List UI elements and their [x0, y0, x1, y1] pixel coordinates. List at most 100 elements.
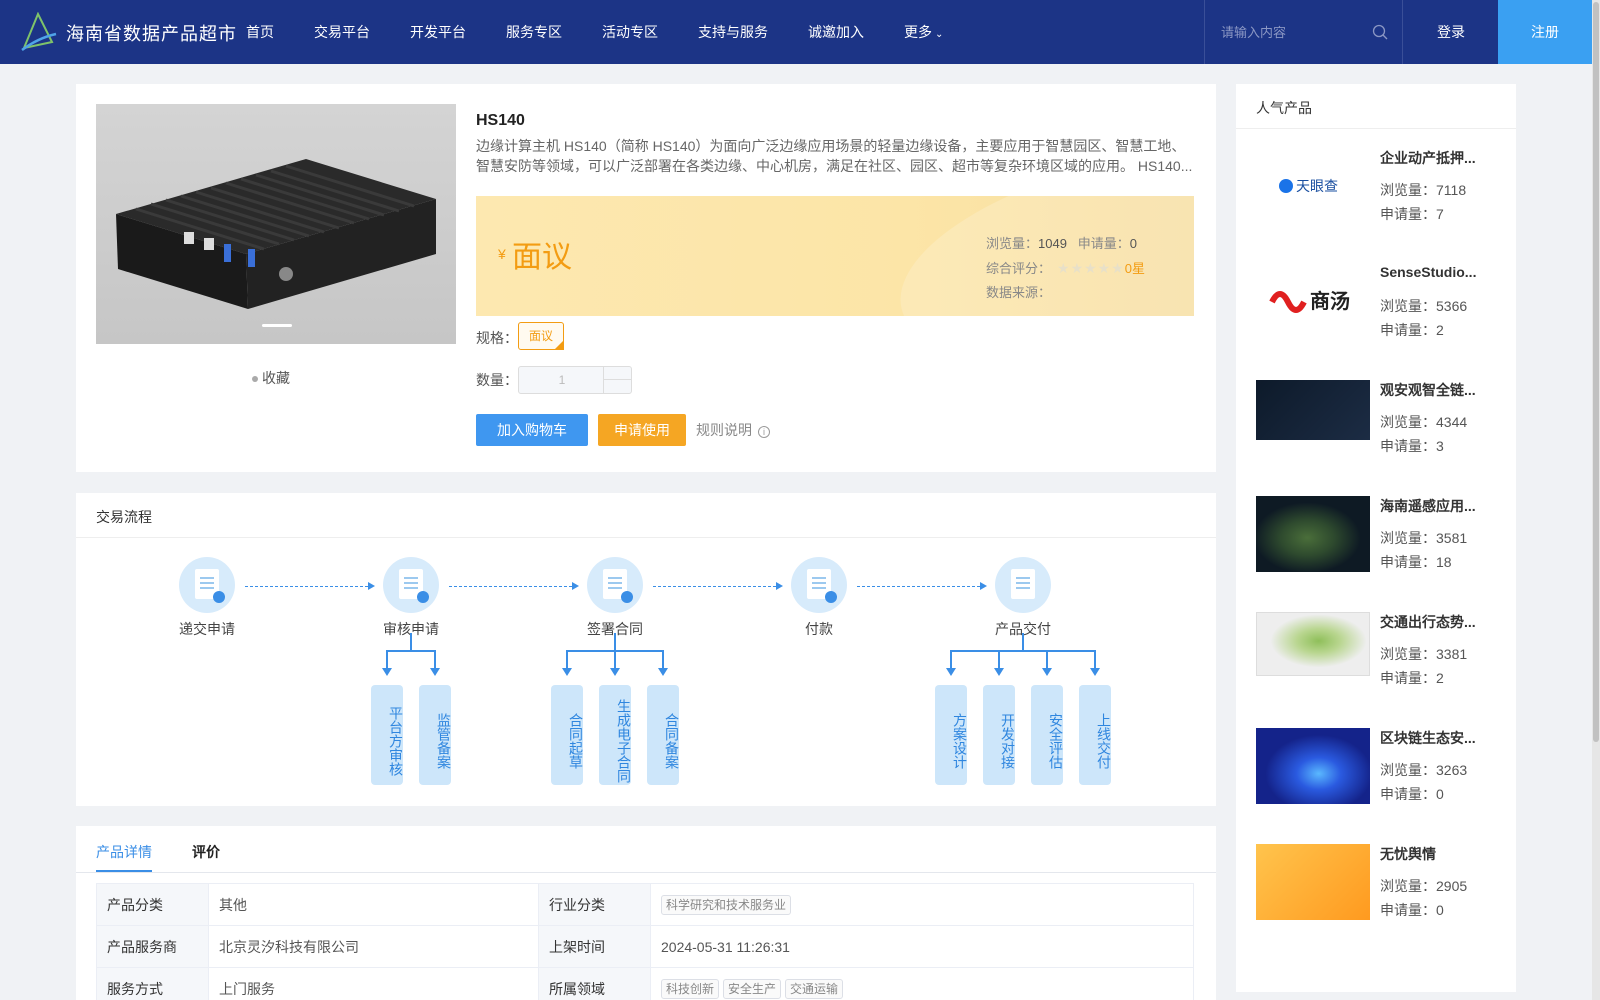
- arrow-tip: [658, 668, 668, 676]
- page-scrollbar[interactable]: [1592, 0, 1600, 1000]
- nav-support[interactable]: 支持与服务: [698, 0, 768, 64]
- step-payment: 付款: [779, 557, 859, 639]
- rating-stars-icon: ★★★★★: [1057, 260, 1125, 276]
- spec-label: 规格：: [476, 330, 518, 346]
- nav-home[interactable]: 首页: [246, 0, 274, 64]
- price-value: 面议: [512, 241, 572, 274]
- popular-product-item[interactable]: 区块链生态安... 浏览量：3263 申请量：0: [1256, 728, 1506, 828]
- domain-tag: 科技创新: [661, 978, 720, 999]
- popular-product-name[interactable]: 观安观智全链...: [1380, 380, 1490, 400]
- tab-divider: [76, 872, 1216, 873]
- arrow-tip: [994, 668, 1004, 676]
- product-description: 边缘计算主机 HS140（简称 HS140）为面向广泛边缘应用场景的轻量边缘设备…: [476, 138, 1193, 174]
- popular-product-name[interactable]: 企业动产抵押...: [1380, 148, 1490, 168]
- tree-connector: [1094, 650, 1096, 668]
- add-to-cart-button[interactable]: 加入购物车: [476, 414, 588, 446]
- product-image[interactable]: [96, 104, 456, 344]
- popular-product-applies: 申请量：0: [1380, 902, 1444, 918]
- search-input[interactable]: [1221, 22, 1371, 42]
- popular-product-views: 浏览量：2905: [1380, 878, 1468, 894]
- popular-product-name[interactable]: 区块链生态安...: [1380, 728, 1490, 748]
- process-title: 交易流程: [96, 509, 152, 525]
- nav-activities[interactable]: 活动专区: [602, 0, 658, 64]
- tree-connector: [566, 650, 568, 668]
- favorite-button[interactable]: 收藏: [252, 368, 290, 388]
- table-key: 所属领域: [538, 967, 651, 1000]
- substep-go-live: 上线交付: [1079, 685, 1112, 785]
- tree-connector: [950, 650, 1096, 652]
- divider: [1236, 128, 1516, 129]
- popular-product-name[interactable]: 交通出行态势...: [1380, 612, 1490, 632]
- popular-product-item[interactable]: 无忧舆情 浏览量：2905 申请量：0: [1256, 844, 1506, 944]
- edge-device-image: [116, 159, 436, 309]
- table-value: 北京灵汐科技有限公司: [208, 925, 539, 968]
- popular-product-views: 浏览量：7118: [1380, 182, 1467, 198]
- favorite-label: 收藏: [262, 370, 290, 386]
- popular-product-views: 浏览量：3263: [1380, 762, 1468, 778]
- quantity-input[interactable]: [519, 367, 605, 393]
- popular-product-applies: 申请量：0: [1380, 786, 1444, 802]
- rules-link[interactable]: 规则说明 i: [696, 420, 770, 440]
- substep-dev-integration: 开发对接: [983, 685, 1016, 785]
- search-icon[interactable]: [1372, 24, 1388, 40]
- chevron-down-icon: ⌄: [935, 29, 944, 40]
- popular-product-name[interactable]: 无忧舆情: [1380, 844, 1490, 864]
- table-key: 上架时间: [538, 925, 651, 968]
- product-info-table: 产品分类 其他 行业分类 科学研究和技术服务业 产品服务商 北京灵汐科技有限公司…: [96, 883, 1194, 1000]
- tree-connector: [386, 650, 436, 652]
- selected-check-icon: [554, 340, 564, 350]
- scrollbar-thumb[interactable]: [1593, 2, 1599, 742]
- rating-value: 0星: [1124, 261, 1146, 276]
- tab-reviews[interactable]: 评价: [192, 842, 220, 862]
- nav-services[interactable]: 服务专区: [506, 0, 562, 64]
- payment-icon: [791, 557, 847, 613]
- tab-product-detail[interactable]: 产品详情: [96, 842, 152, 862]
- table-key: 服务方式: [96, 967, 209, 1000]
- rules-label: 规则说明: [696, 422, 752, 438]
- popular-product-item[interactable]: 天眼查 企业动产抵押... 浏览量：7118 申请量：7: [1256, 148, 1506, 248]
- popular-product-name[interactable]: SenseStudio...: [1380, 264, 1490, 280]
- table-key: 产品服务商: [96, 925, 209, 968]
- domain-tag: 交通运输: [785, 978, 844, 999]
- popular-title: 人气产品: [1256, 100, 1312, 116]
- popular-product-views: 浏览量：3381: [1380, 646, 1468, 662]
- product-stats: 浏览量：1049 申请量：0 综合评分： ★★★★★0星 数据来源：: [986, 232, 1145, 305]
- table-value: 上门服务: [208, 967, 539, 1000]
- popular-product-applies: 申请量：18: [1380, 554, 1452, 570]
- decrement-button[interactable]: [604, 380, 631, 393]
- popular-product-item[interactable]: 海南遥感应用... 浏览量：3581 申请量：18: [1256, 496, 1506, 596]
- tree-connector: [950, 650, 952, 668]
- product-title: HS140: [476, 112, 525, 129]
- search-box: [1204, 0, 1403, 64]
- tree-connector: [614, 650, 616, 668]
- popular-product-item[interactable]: 交通出行态势... 浏览量：3381 申请量：2: [1256, 612, 1506, 712]
- step-review: 审核申请: [371, 557, 451, 639]
- nav-join[interactable]: 诚邀加入: [808, 0, 864, 64]
- submit-doc-icon: [179, 557, 235, 613]
- carousel-indicator[interactable]: [262, 324, 292, 327]
- popular-product-item[interactable]: 商汤 SenseStudio... 浏览量：5366 申请量：2: [1256, 264, 1506, 364]
- nav-dev-platform[interactable]: 开发平台: [410, 0, 466, 64]
- nav-more[interactable]: 更多 ⌄: [904, 0, 943, 64]
- site-logo-icon[interactable]: [18, 12, 58, 52]
- register-button[interactable]: 注册: [1498, 0, 1592, 64]
- apply-use-button[interactable]: 申请使用: [598, 414, 686, 446]
- table-value: 科技创新 安全生产 交通运输: [650, 967, 1194, 1000]
- popular-product-name[interactable]: 海南遥感应用...: [1380, 496, 1490, 516]
- substep-regulatory-filing: 监管备案: [419, 685, 452, 785]
- popular-product-item[interactable]: 观安观智全链... 浏览量：4344 申请量：3: [1256, 380, 1506, 480]
- site-brand-name[interactable]: 海南省数据产品超市: [66, 20, 237, 46]
- table-key: 产品分类: [96, 883, 209, 926]
- table-row: 产品服务商 北京灵汐科技有限公司 上架时间 2024-05-31 11:26:3…: [96, 925, 1194, 968]
- spec-option[interactable]: 面议: [518, 322, 564, 350]
- star-icon: [252, 376, 258, 383]
- tree-connector: [434, 650, 436, 668]
- login-button[interactable]: 登录: [1404, 0, 1498, 64]
- increment-button[interactable]: [604, 367, 631, 380]
- blockchain-thumbnail: [1256, 728, 1370, 804]
- popular-product-views: 浏览量：4344: [1380, 414, 1468, 430]
- nav-trading-platform[interactable]: 交易平台: [314, 0, 370, 64]
- quantity-stepper[interactable]: [518, 366, 632, 394]
- table-value: 科学研究和技术服务业: [650, 883, 1194, 926]
- popular-products-panel: 人气产品 天眼查 企业动产抵押... 浏览量：7118 申请量：7 商汤 Sen…: [1236, 84, 1516, 992]
